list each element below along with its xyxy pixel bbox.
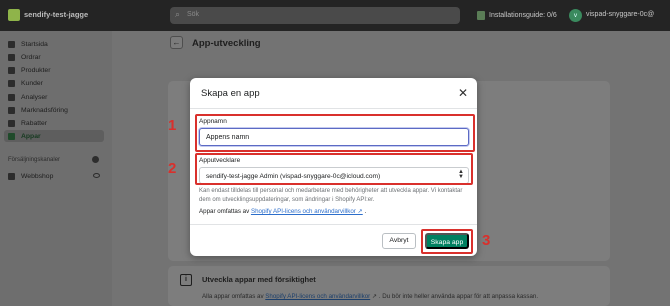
sidebar-item-ordrar[interactable]: Ordrar xyxy=(8,51,41,63)
sidebar-item-label: Analyser xyxy=(21,93,48,101)
add-channel-icon[interactable] xyxy=(92,156,99,163)
terms-prefix: Appar omfattas av xyxy=(199,208,251,215)
sidebar-item-label: Webbshop xyxy=(21,172,54,180)
step-number-3: 3 xyxy=(482,232,491,249)
discount-icon xyxy=(8,119,15,127)
page-title: App-utveckling xyxy=(192,38,261,49)
top-bar: sendify-test-jagge ⌕ Sök Installationsgu… xyxy=(0,0,670,31)
sidebar-item-label: Startsida xyxy=(21,40,48,48)
setup-guide-label: Installationsguide: 0/6 xyxy=(489,12,557,19)
caution-card-title: Utveckla appar med försiktighet xyxy=(202,275,316,284)
sidebar: Startsida Ordrar Produkter Kunder Analys… xyxy=(0,31,112,306)
caution-card xyxy=(168,266,610,306)
home-icon xyxy=(8,40,15,48)
flag-icon xyxy=(477,11,485,20)
dialog-divider xyxy=(190,224,477,225)
sidebar-item-startsida[interactable]: Startsida xyxy=(8,38,48,50)
sidebar-item-analyser[interactable]: Analyser xyxy=(8,91,47,103)
sidebar-item-label: Produkter xyxy=(21,66,51,74)
store-logo-icon xyxy=(8,9,20,21)
developer-help-text: Kan endast tilldelas till personal och m… xyxy=(199,188,463,203)
sidebar-item-marknadsforing[interactable]: Marknadsföring xyxy=(8,104,68,116)
sidebar-item-appar[interactable]: Appar xyxy=(4,130,104,142)
sales-channels-label: Försäljningskanaler xyxy=(8,157,61,163)
caution-text-suffix: ↗ . Du bör inte heller använda appar för… xyxy=(370,293,539,300)
info-icon: i xyxy=(180,274,192,286)
sidebar-item-label: Ordrar xyxy=(21,53,41,61)
avatar[interactable]: v xyxy=(569,9,582,22)
megaphone-icon xyxy=(8,106,15,114)
sidebar-item-webbshop[interactable]: Webbshop xyxy=(8,170,53,182)
search-icon: ⌕ xyxy=(175,9,181,19)
sidebar-item-kunder[interactable]: Kunder xyxy=(8,77,43,89)
user-name[interactable]: vispad-snyggare-0c@ xyxy=(586,11,654,18)
highlight-app-name xyxy=(195,114,475,152)
sidebar-item-label: Appar xyxy=(21,132,41,140)
highlight-developer xyxy=(195,153,473,185)
sidebar-item-rabatter[interactable]: Rabatter xyxy=(8,117,47,129)
setup-guide-button[interactable]: Installationsguide: 0/6 xyxy=(477,9,557,22)
step-number-2: 2 xyxy=(168,160,177,177)
terms-link[interactable]: Shopify API-licens och användarvillkor ↗ xyxy=(251,208,363,215)
person-icon xyxy=(8,79,15,87)
store-name[interactable]: sendify-test-jagge xyxy=(24,10,88,19)
license-link[interactable]: Shopify API-licens och användarvillkor xyxy=(265,293,370,300)
back-button[interactable]: ← xyxy=(170,36,183,49)
cancel-button[interactable]: Avbryt xyxy=(382,233,416,249)
terms-text: Appar omfattas av Shopify API-licens och… xyxy=(199,208,366,215)
sidebar-item-label: Marknadsföring xyxy=(21,106,68,114)
store-icon xyxy=(8,172,15,180)
sidebar-item-produkter[interactable]: Produkter xyxy=(8,64,50,76)
tag-icon xyxy=(8,66,15,74)
bar-chart-icon xyxy=(8,93,15,101)
highlight-create-button xyxy=(421,229,473,254)
orders-icon xyxy=(8,53,15,61)
dialog-title: Skapa en app xyxy=(201,88,260,99)
close-icon[interactable]: ✕ xyxy=(455,85,471,101)
caution-text-prefix: Alla appar omfattas av xyxy=(202,293,266,300)
sidebar-item-label: Rabatter xyxy=(21,119,48,127)
step-number-1: 1 xyxy=(168,117,177,134)
terms-suffix: . xyxy=(362,208,367,215)
search-bar[interactable]: ⌕ Sök xyxy=(170,7,460,24)
eye-icon[interactable] xyxy=(93,173,100,178)
sidebar-item-label: Kunder xyxy=(21,79,43,87)
dialog-header: Skapa en app ✕ xyxy=(190,78,477,109)
caution-card-text: Alla appar omfattas av Shopify API-licen… xyxy=(202,293,538,300)
apps-icon xyxy=(8,132,15,140)
search-placeholder: Sök xyxy=(187,11,200,18)
